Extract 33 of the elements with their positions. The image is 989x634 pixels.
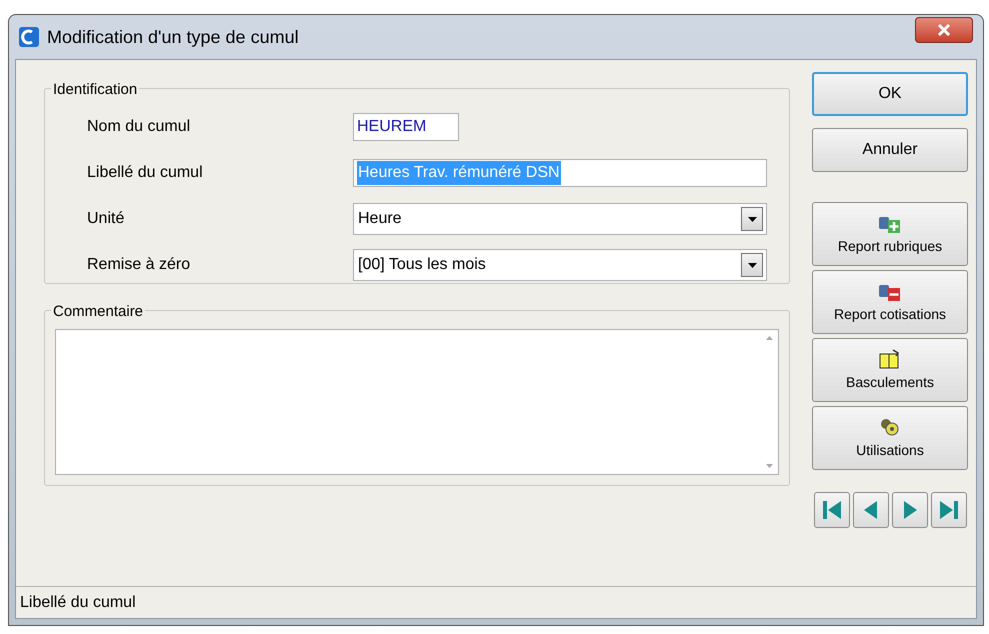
field-value: Heures Trav. rémunéré DSN: [357, 161, 561, 185]
scroll-up-icon[interactable]: [766, 336, 772, 340]
scroll-down-icon[interactable]: [766, 464, 772, 468]
field-label: Unité: [87, 209, 126, 229]
tool-button[interactable]: Utilisations: [812, 406, 968, 470]
app-logo-icon: [19, 27, 39, 47]
field-label: Nom du cumul: [87, 117, 192, 137]
folder-arrow-icon: [878, 348, 902, 370]
tool-button[interactable]: Report cotisations: [812, 270, 968, 334]
field-label: Libellé du cumul: [87, 163, 204, 183]
close-button[interactable]: [915, 17, 973, 43]
field-label: Remise à zéro: [87, 255, 192, 275]
field-value: HEUREM: [357, 117, 426, 137]
tool-button[interactable]: Basculements: [812, 338, 968, 402]
skip-last-icon: [938, 498, 960, 522]
dropdown-field[interactable]: Heure: [353, 203, 767, 235]
skip-first-icon: [820, 498, 842, 522]
text-field[interactable]: HEUREM: [353, 113, 459, 141]
first-record-button[interactable]: [814, 492, 850, 528]
next-record-button[interactable]: [892, 492, 928, 528]
previous-record-button[interactable]: [852, 492, 888, 528]
status-text: Libellé du cumul: [20, 592, 136, 612]
tool-button[interactable]: Report rubriques: [812, 202, 968, 266]
caret-down-icon: [748, 262, 756, 268]
dropdown-arrow-button[interactable]: [741, 253, 763, 277]
dropdown-arrow-button[interactable]: [741, 207, 763, 231]
last-record-button[interactable]: [930, 492, 966, 528]
window-title: Modification d'un type de cumul: [47, 26, 299, 49]
dialog-button[interactable]: Annuler: [812, 128, 968, 172]
close-icon: [937, 24, 951, 36]
dropdown-field[interactable]: [00] Tous les mois: [353, 249, 767, 281]
caret-down-icon: [748, 216, 756, 222]
dialog-button[interactable]: OK: [812, 72, 968, 116]
